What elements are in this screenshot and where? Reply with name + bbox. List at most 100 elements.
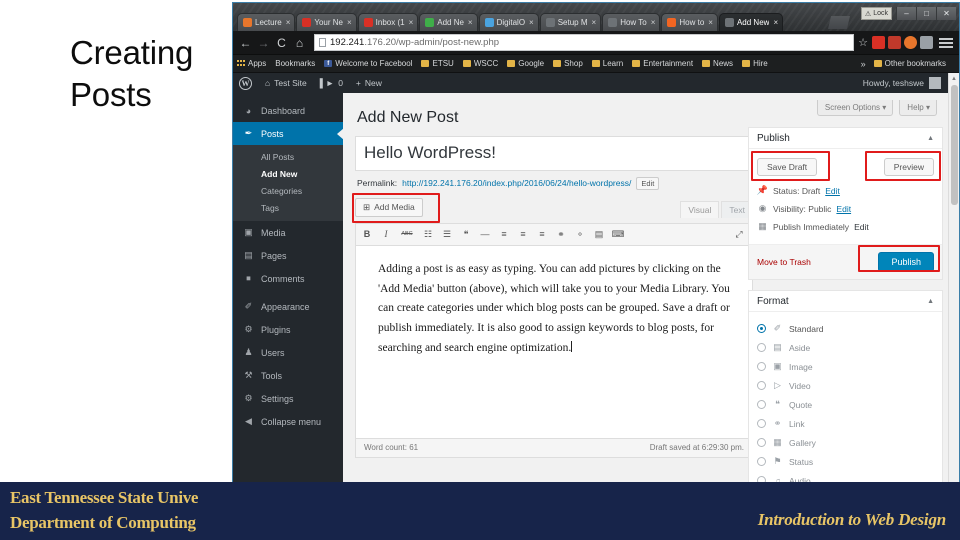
help-button[interactable]: Help ▾ [899, 100, 937, 116]
format-option-quote[interactable]: ❝ Quote [757, 395, 934, 414]
save-draft-button[interactable]: Save Draft [757, 158, 818, 176]
browser-tab[interactable]: How to × [661, 13, 718, 31]
radio-button[interactable] [757, 419, 766, 428]
scrollbar-thumb[interactable] [951, 85, 958, 205]
bookmark-entertainment[interactable]: Entertainment [632, 59, 693, 68]
maximize-button[interactable]: □ [916, 7, 936, 20]
unlink-icon[interactable]: ⚬ [575, 229, 585, 240]
editor-content-area[interactable]: Adding a post is as easy as typing. You … [356, 246, 752, 438]
bookmark-learn[interactable]: Learn [591, 59, 623, 68]
insert-link-icon[interactable]: ⚭ [556, 229, 566, 240]
sidebar-item-dashboard[interactable]: ◕ Dashboard [233, 99, 343, 122]
gmail-extension-icon[interactable] [872, 36, 885, 49]
minimize-button[interactable]: – [896, 7, 916, 20]
forward-icon[interactable]: → [255, 34, 272, 51]
screenshot-extension-icon[interactable] [920, 36, 933, 49]
preview-button[interactable]: Preview [883, 158, 934, 176]
format-option-link[interactable]: ⚭ Link [757, 414, 934, 433]
visibility-edit-link[interactable]: Edit [836, 204, 851, 214]
permalink-edit-button[interactable]: Edit [636, 176, 660, 190]
comments-menu[interactable]: ▌► 0 [320, 78, 343, 88]
tab-close-icon[interactable]: × [286, 18, 291, 27]
screen-options-button[interactable]: Screen Options ▾ [816, 100, 894, 116]
bookmark-facebook[interactable]: f Welcome to Facebool [324, 59, 412, 68]
strikethrough-icon[interactable]: ABC [400, 231, 414, 237]
browser-tab-active[interactable]: Add New × [718, 13, 784, 31]
format-option-status[interactable]: ⚑ Status [757, 452, 934, 471]
sidebar-item-media[interactable]: ▣ Media [233, 221, 343, 244]
fullscreen-icon[interactable]: ⤢ [734, 229, 744, 240]
home-icon[interactable]: ⌂ [291, 34, 308, 51]
bookmark-bookmarks[interactable]: Bookmarks [275, 59, 315, 68]
sidebar-item-plugins[interactable]: ⚙ Plugins [233, 318, 343, 341]
sidebar-item-settings[interactable]: ⚙ Settings [233, 387, 343, 410]
align-left-icon[interactable]: ≡ [499, 229, 509, 239]
warning-badge[interactable]: ⚠ Lock [860, 7, 892, 20]
bookmarks-overflow-icon[interactable]: » [861, 59, 866, 69]
bulleted-list-icon[interactable]: ☷ [423, 229, 433, 240]
italic-icon[interactable]: I [381, 229, 391, 239]
close-button[interactable]: ✕ [936, 7, 956, 20]
format-option-video[interactable]: ▷ Video [757, 376, 934, 395]
read-more-icon[interactable]: ▤ [594, 229, 604, 240]
radio-button[interactable] [757, 324, 766, 333]
tab-close-icon[interactable]: × [708, 18, 713, 27]
sidebar-item-comments[interactable]: ⏹ Comments [233, 267, 343, 290]
tab-visual[interactable]: Visual [680, 200, 720, 218]
format-panel-header[interactable]: Format ▲ [749, 291, 942, 312]
schedule-edit-link[interactable]: Edit [854, 222, 869, 232]
radio-button[interactable] [757, 400, 766, 409]
address-bar[interactable]: 192.241.176.20/wp-admin/post-new.php [314, 34, 855, 51]
permalink-url[interactable]: http://192.241.176.20/index.php/2016/06/… [402, 178, 631, 188]
tab-close-icon[interactable]: × [592, 18, 597, 27]
page-info-icon[interactable] [319, 38, 326, 47]
format-option-image[interactable]: ▣ Image [757, 357, 934, 376]
profile-extension-icon[interactable] [904, 36, 917, 49]
format-option-gallery[interactable]: ▦ Gallery [757, 433, 934, 452]
wp-logo-menu[interactable]: W [239, 76, 252, 90]
sidebar-item-posts[interactable]: ✒ Posts [233, 122, 343, 145]
align-right-icon[interactable]: ≡ [537, 229, 547, 239]
browser-tab[interactable]: Lecture × [237, 13, 296, 31]
add-media-button[interactable]: ⊞ Add Media [355, 197, 423, 217]
publish-panel-header[interactable]: Publish ▲ [749, 128, 942, 149]
tab-close-icon[interactable]: × [773, 18, 778, 27]
bookmark-apps[interactable]: Apps [237, 59, 266, 68]
sidebar-item-pages[interactable]: ▤ Pages [233, 244, 343, 267]
horizontal-rule-icon[interactable]: — [480, 229, 490, 239]
page-scrollbar[interactable]: ▲ [948, 73, 959, 509]
bookmark-etsu[interactable]: ETSU [421, 59, 454, 68]
bookmark-wscc[interactable]: WSCC [462, 59, 498, 68]
reload-icon[interactable]: C [273, 34, 290, 51]
new-content-menu[interactable]: + New [356, 78, 382, 88]
submenu-item-all-posts[interactable]: All Posts [233, 148, 343, 165]
status-edit-link[interactable]: Edit [825, 186, 840, 196]
tab-close-icon[interactable]: × [651, 18, 656, 27]
browser-tab[interactable]: Add Ne × [419, 13, 478, 31]
panel-collapse-icon[interactable]: ▲ [927, 298, 934, 305]
align-center-icon[interactable]: ≡ [518, 229, 528, 239]
account-menu[interactable]: Howdy, teshswe [863, 77, 941, 89]
new-tab-button[interactable] [828, 16, 850, 29]
browser-tab[interactable]: Setup M × [539, 13, 602, 31]
sidebar-item-appearance[interactable]: ✐ Appearance [233, 295, 343, 318]
radio-button[interactable] [757, 362, 766, 371]
tab-close-icon[interactable]: × [409, 18, 414, 27]
sidebar-item-users[interactable]: ♟ Users [233, 341, 343, 364]
blockquote-icon[interactable]: ❝ [461, 229, 471, 240]
tab-close-icon[interactable]: × [529, 18, 534, 27]
radio-button[interactable] [757, 343, 766, 352]
radio-button[interactable] [757, 457, 766, 466]
tab-close-icon[interactable]: × [468, 18, 473, 27]
bookmark-google[interactable]: Google [507, 59, 544, 68]
browser-tab[interactable]: DigitalO × [478, 13, 539, 31]
bookmark-hire[interactable]: Hire [742, 59, 768, 68]
browser-tab[interactable]: Your Ne × [296, 13, 357, 31]
tab-close-icon[interactable]: × [347, 18, 352, 27]
bookmark-shop[interactable]: Shop [553, 59, 583, 68]
move-to-trash-link[interactable]: Move to Trash [757, 257, 811, 267]
format-option-standard[interactable]: ✐ Standard [757, 319, 934, 338]
browser-tab[interactable]: How To × [602, 13, 661, 31]
numbered-list-icon[interactable]: ☰ [442, 229, 452, 240]
bookmark-news[interactable]: News [702, 59, 733, 68]
